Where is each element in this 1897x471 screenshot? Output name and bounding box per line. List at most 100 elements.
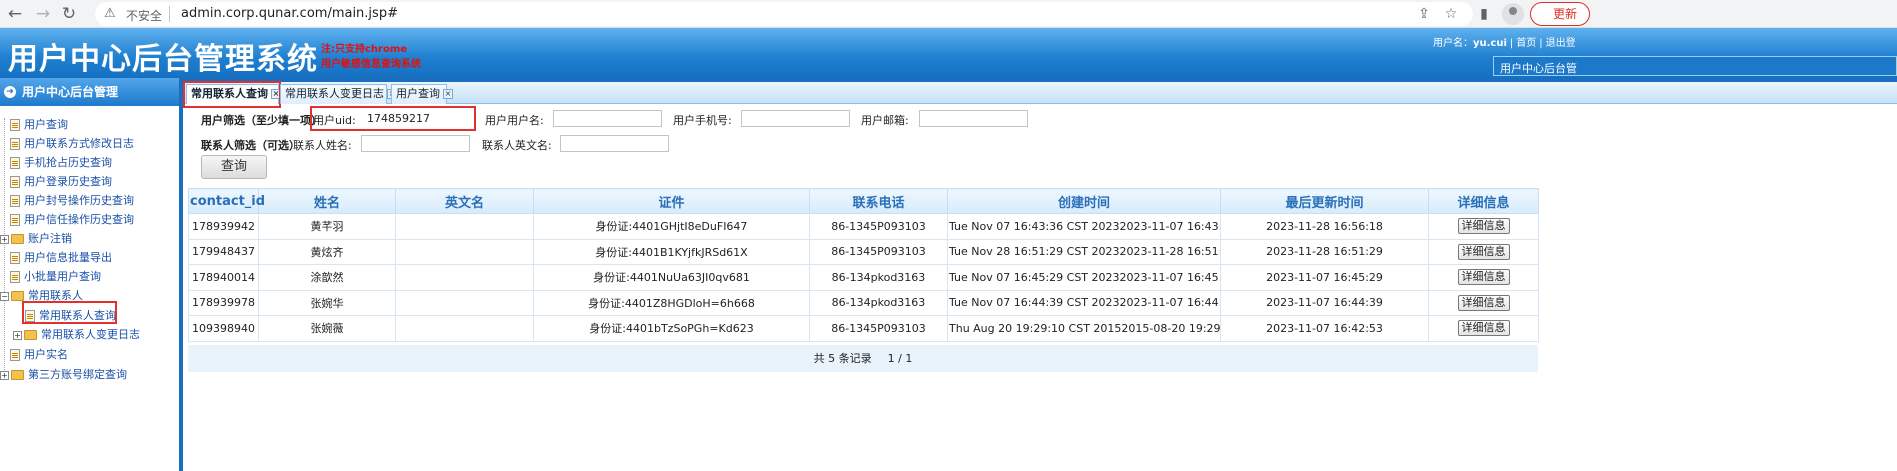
pagination: 共 5 条记录 1 / 1 [188, 345, 1538, 372]
address-bar[interactable]: ⚠ 不安全 admin.corp.qunar.com/main.jsp# [95, 2, 1473, 26]
cell-created-time: Thu Aug 20 19:29:10 CST 20152015-08-20 1… [947, 315, 1221, 342]
collapse-icon[interactable]: − [0, 291, 9, 301]
sidebar-item-contact-change-log[interactable]: 用户联系方式修改日志 [10, 135, 134, 153]
update-button[interactable]: 更新 [1530, 2, 1590, 26]
username-input[interactable] [553, 110, 662, 127]
sidebar-item-trust-history[interactable]: 用户信任操作历史查询 [10, 211, 134, 229]
username-label: 用户用户名: [485, 114, 544, 127]
profile-avatar[interactable] [1502, 3, 1524, 25]
username: yu.cui [1473, 38, 1507, 49]
page-indicator: 1 / 1 [887, 352, 913, 365]
cell-english-name [395, 264, 534, 291]
user-filter-heading: 用户筛选（至少填一项） [201, 114, 322, 127]
username-label: 用户名： [1433, 38, 1473, 49]
bookmark-star-icon[interactable]: ☆ [1441, 4, 1461, 24]
cell-detail: 详细信息 [1428, 289, 1539, 316]
cell-contact-id: 178940014 [188, 264, 259, 291]
query-button[interactable]: 查询 [201, 155, 267, 179]
document-icon [10, 176, 20, 188]
cell-created-time: Tue Nov 07 16:44:39 CST 20232023-11-07 1… [947, 289, 1221, 316]
cell-english-name [395, 213, 534, 240]
document-icon [10, 349, 20, 361]
cell-updated-time: 2023-11-28 16:56:18 [1220, 213, 1429, 240]
cell-updated-time: 2023-11-28 16:51:29 [1220, 238, 1429, 265]
cell-detail: 详细信息 [1428, 264, 1539, 291]
system-menu-label: 用户中心后台管 [1500, 62, 1577, 75]
cell-contact-id: 179948437 [188, 238, 259, 265]
tab-label: 用户查询 [396, 87, 440, 100]
share-icon[interactable]: ⇪ [1414, 4, 1434, 24]
cell-phone: 86-1345P093103 [809, 315, 948, 342]
cell-updated-time: 2023-11-07 16:42:53 [1220, 315, 1429, 342]
contact-english-name-label: 联系人英文名: [482, 139, 552, 152]
column-header: 最后更新时间 [1220, 188, 1429, 214]
sidebar-item-user-query[interactable]: 用户查询 [10, 116, 68, 134]
sidebar-item-small-batch-query[interactable]: 小批量用户查询 [10, 268, 101, 286]
tab-user-query[interactable]: 用户查询 × [391, 84, 453, 104]
detail-button[interactable]: 详细信息 [1457, 269, 1510, 286]
update-label: 更新 [1553, 7, 1578, 21]
sidebar-item-label: 用户实名 [24, 348, 68, 361]
contact-english-name-input[interactable] [560, 135, 669, 152]
detail-button[interactable]: 详细信息 [1457, 243, 1510, 260]
divider [169, 6, 170, 22]
tab-contact-change-log[interactable]: 常用联系人变更日志× [280, 84, 397, 104]
expand-icon[interactable]: + [0, 370, 9, 380]
close-icon[interactable]: × [443, 89, 453, 99]
phone-input[interactable] [741, 110, 850, 127]
cell-id-document: 身份证:4401GHjtI8eDuFI647 [533, 213, 810, 240]
detail-button[interactable]: 详细信息 [1457, 320, 1510, 337]
sidebar-item-account-cancel[interactable]: + 账户注销 [0, 230, 72, 248]
column-header: 创建时间 [947, 188, 1221, 214]
sidebar-item-label: 第三方账号绑定查询 [28, 368, 127, 381]
sidebar-item-label: 账户注销 [28, 232, 72, 245]
sidebar-item-ban-history[interactable]: 用户封号操作历史查询 [10, 192, 134, 210]
detail-button[interactable]: 详细信息 [1457, 218, 1510, 235]
cell-created-time: Tue Nov 07 16:45:29 CST 20232023-11-07 1… [947, 264, 1221, 291]
cell-id-document: 身份证:4401bTzSoPGh=Kd623 [533, 315, 810, 342]
cell-english-name [395, 238, 534, 265]
cell-english-name [395, 289, 534, 316]
cell-contact-id: 109398940 [188, 315, 259, 342]
forward-icon[interactable]: → [32, 3, 54, 25]
browser-toolbar: ← → ↻ ⚠ 不安全 admin.corp.qunar.com/main.js… [0, 0, 1897, 28]
contacts-table: contact_id 姓名 英文名 证件 联系电话 创建时间 最后更新时间 详细… [188, 188, 1539, 342]
sidepanel-icon[interactable]: ▮ [1474, 4, 1494, 24]
column-header: 证件 [533, 188, 810, 214]
sidebar-item-label: 用户联系方式修改日志 [24, 137, 134, 150]
sidebar-item-real-name[interactable]: 用户实名 [10, 346, 68, 364]
tree-guide [4, 118, 5, 378]
app-title: 用户中心后台管理系统 [8, 42, 318, 77]
expand-icon[interactable]: + [0, 234, 9, 244]
back-icon[interactable]: ← [4, 3, 26, 25]
table-row: 109398940 张婉薇 身份证:4401bTzSoPGh=Kd623 86-… [188, 315, 1539, 342]
email-label: 用户邮箱: [861, 114, 909, 127]
url-text[interactable]: admin.corp.qunar.com/main.jsp# [181, 6, 398, 21]
contact-name-input[interactable] [361, 135, 470, 152]
cell-phone: 86-1345P093103 [809, 213, 948, 240]
uid-label: 用户uid: [313, 114, 356, 127]
email-input[interactable] [919, 110, 1028, 127]
sidebar-item-third-party-binding[interactable]: + 第三方账号绑定查询 [0, 366, 127, 384]
sidebar-item-phone-seize-history[interactable]: 手机抢占历史查询 [10, 154, 112, 172]
uid-input[interactable]: 174859217 [362, 110, 472, 127]
sidebar-item-contact-change-history[interactable]: + 常用联系人变更日志 [13, 326, 140, 344]
sidebar-item-label: 用户查询 [24, 118, 68, 131]
expand-icon[interactable]: + [13, 330, 22, 340]
column-header: 姓名 [258, 188, 396, 214]
cell-name: 黄芊羽 [258, 213, 396, 240]
home-link[interactable]: 首页 [1516, 38, 1536, 49]
sidebar-item-login-history[interactable]: 用户登录历史查询 [10, 173, 112, 191]
cell-updated-time: 2023-11-07 16:44:39 [1220, 289, 1429, 316]
table-row: 178940014 涂歆然 身份证:4401NuUa63JI0qv681 86-… [188, 264, 1539, 291]
phone-label: 用户手机号: [673, 114, 732, 127]
reload-icon[interactable]: ↻ [58, 3, 80, 25]
system-menu-button[interactable]: 用户中心后台管 [1493, 56, 1897, 76]
logout-link[interactable]: 退出登 [1546, 38, 1576, 49]
sidebar-item-label: 用户封号操作历史查询 [24, 194, 134, 207]
detail-button[interactable]: 详细信息 [1457, 294, 1510, 311]
document-icon [10, 119, 20, 131]
document-icon [10, 195, 20, 207]
cell-detail: 详细信息 [1428, 238, 1539, 265]
sidebar-item-bulk-export[interactable]: 用户信息批量导出 [10, 249, 112, 267]
